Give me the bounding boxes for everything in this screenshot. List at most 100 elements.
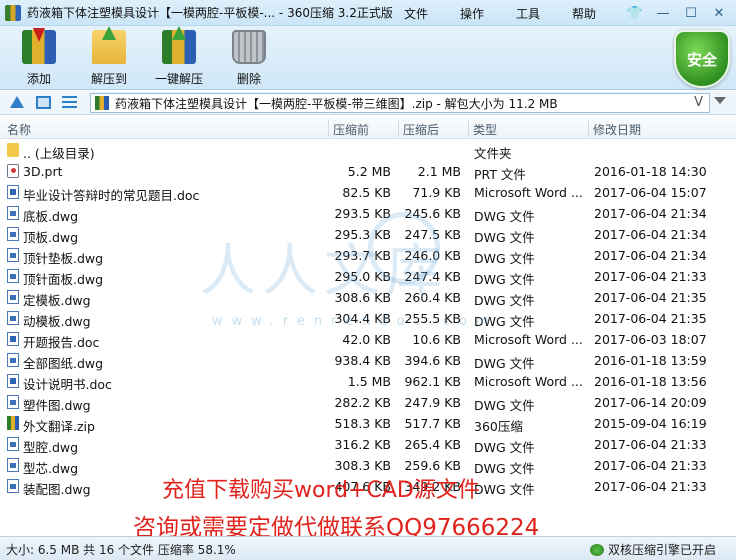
file-modified-date: 2017-06-04 21:33 — [594, 458, 707, 473]
file-type: Microsoft Word ... — [474, 374, 583, 389]
file-row[interactable]: 毕业设计答辩时的常见题目.doc 82.5 KB 71.9 KB Microsoft … — [0, 182, 736, 203]
file-row[interactable]: 动模板.dwg 304.4 KB 255.5 KB DWG 文件 2017-06-04 … — [0, 308, 736, 329]
file-name: 顶针垫板.dwg — [23, 251, 104, 266]
file-type: DWG 文件 — [474, 314, 535, 329]
file-modified-date: 2017-06-03 18:07 — [594, 332, 707, 347]
file-name: 底板.dwg — [23, 209, 79, 224]
file-modified-date: 2017-06-04 21:33 — [594, 269, 707, 284]
delete-button[interactable]: 删除 — [214, 30, 284, 87]
menu-help[interactable]: 帮助 — [572, 5, 596, 22]
file-size: 938.4 KB — [334, 353, 391, 368]
file-name: 塑件图.dwg — [23, 398, 91, 413]
file-name: 动模板.dwg — [23, 314, 91, 329]
file-row[interactable]: 顶针垫板.dwg 293.7 KB 246.0 KB DWG 文件 2017-06-04… — [0, 245, 736, 266]
add-button[interactable]: 添加 — [4, 28, 74, 87]
view-icons-icon[interactable] — [36, 96, 51, 109]
file-compressed-size: 265.4 KB — [404, 437, 461, 452]
extract-to-button[interactable]: 解压到 — [74, 26, 144, 87]
file-compressed-size: 247.5 KB — [404, 227, 461, 242]
status-summary: 大小: 6.5 MB 共 16 个文件 压缩率 58.1% — [6, 543, 236, 557]
close-icon[interactable]: ✕ — [708, 3, 730, 23]
file-type: DWG 文件 — [474, 272, 535, 287]
address-chevron-icon[interactable]: V — [694, 95, 703, 110]
file-size: 293.5 KB — [334, 206, 391, 221]
file-modified-date: 2017-06-04 15:07 — [594, 185, 707, 200]
file-modified-date: 2017-06-14 20:09 — [594, 395, 707, 410]
column-size[interactable]: 压缩前 — [333, 121, 369, 138]
one-click-extract-button[interactable]: 一键解压 — [144, 26, 214, 87]
file-size: 1.5 MB — [347, 374, 391, 389]
delete-label: 删除 — [236, 72, 261, 86]
file-type: DWG 文件 — [474, 209, 535, 224]
file-name: 型腔.dwg — [23, 440, 79, 455]
file-row[interactable]: 开题报告.doc 42.0 KB 10.6 KB Microsoft Word ...… — [0, 329, 736, 350]
dwg-file-icon — [7, 227, 19, 241]
one-click-extract-icon — [162, 26, 196, 64]
file-row[interactable]: 顶板.dwg 295.3 KB 247.5 KB DWG 文件 2017-06-04 2… — [0, 224, 736, 245]
file-size: 82.5 KB — [342, 185, 391, 200]
file-modified-date: 2017-06-04 21:34 — [594, 206, 707, 221]
file-modified-date: 2017-06-04 21:35 — [594, 290, 707, 305]
file-size: 308.6 KB — [334, 290, 391, 305]
security-shield-badge[interactable]: 安全 — [674, 30, 730, 88]
maximize-icon[interactable]: ☐ — [680, 3, 702, 23]
file-row[interactable]: 外文翻译.zip 518.3 KB 517.7 KB 360压缩 2015-09-04 … — [0, 413, 736, 434]
file-row[interactable]: 型腔.dwg 316.2 KB 265.4 KB DWG 文件 2017-06-04 2… — [0, 434, 736, 455]
file-modified-date: 2017-06-04 21:33 — [594, 479, 707, 494]
file-size: 5.2 MB — [347, 164, 391, 179]
file-row[interactable]: 底板.dwg 293.5 KB 245.6 KB DWG 文件 2017-06-04 2… — [0, 203, 736, 224]
engine-status-text: 双核压缩引擎已开启 — [607, 543, 716, 557]
column-divider[interactable] — [588, 119, 589, 137]
extract-label: 解压到 — [90, 72, 127, 86]
column-name[interactable]: 名称 — [7, 121, 31, 138]
dwg-file-icon — [7, 248, 19, 262]
safe-label: 安全 — [686, 50, 717, 69]
address-dropdown-icon[interactable] — [714, 97, 726, 104]
file-row[interactable]: 全部图纸.dwg 938.4 KB 394.6 KB DWG 文件 2016-01-18… — [0, 350, 736, 371]
extract-folder-icon — [92, 26, 126, 64]
skin-icon[interactable]: 👕 — [624, 3, 646, 23]
menu-tools[interactable]: 工具 — [516, 5, 540, 22]
column-divider[interactable] — [328, 119, 329, 137]
trash-icon — [232, 30, 266, 64]
file-size: 42.0 KB — [342, 332, 391, 347]
file-modified-date: 2017-06-04 21:34 — [594, 248, 707, 263]
promo-line-1: 充值下载购买word+CAD源文件 — [162, 478, 480, 503]
file-name: 3D.prt — [23, 164, 63, 179]
engine-icon — [589, 543, 604, 556]
file-compressed-size: 255.5 KB — [404, 311, 461, 326]
menu-file[interactable]: 文件 — [404, 5, 428, 22]
file-name: 定模板.dwg — [23, 293, 91, 308]
dwg-file-icon — [7, 353, 19, 367]
dwg-file-icon — [7, 479, 19, 493]
file-name: 型芯.dwg — [23, 461, 79, 476]
minimize-icon[interactable]: — — [652, 3, 674, 23]
column-divider[interactable] — [398, 119, 399, 137]
column-divider[interactable] — [468, 119, 469, 137]
file-row[interactable]: 定模板.dwg 308.6 KB 260.4 KB DWG 文件 2017-06-04 … — [0, 287, 736, 308]
file-size: 295.0 KB — [334, 269, 391, 284]
file-compressed-size: 962.1 KB — [404, 374, 461, 389]
file-row[interactable]: 3D.prt 5.2 MB 2.1 MB PRT 文件 2016-01-18 14:30 — [0, 161, 736, 182]
add-archive-icon — [22, 28, 56, 64]
title-bar: 药液箱下体注塑模具设计【一模两腔-平板模-... - 360压缩 3.2正式版 … — [0, 0, 736, 26]
list-header: 名称 压缩前 压缩后 类型 修改日期 — [0, 117, 736, 139]
column-date[interactable]: 修改日期 — [593, 121, 641, 138]
file-compressed-size: 247.4 KB — [404, 269, 461, 284]
archive-path-field[interactable]: 药液箱下体注塑模具设计【一模两腔-平板模-带三维图】.zip - 解包大小为 1… — [90, 93, 710, 113]
up-arrow-icon[interactable] — [10, 96, 24, 108]
menu-operation[interactable]: 操作 — [460, 5, 484, 22]
file-row[interactable]: 顶针面板.dwg 295.0 KB 247.4 KB DWG 文件 2017-06-04… — [0, 266, 736, 287]
dwg-file-icon — [7, 206, 19, 220]
engine-status: 双核压缩引擎已开启 — [589, 541, 716, 558]
add-label: 添加 — [26, 72, 51, 86]
file-row[interactable]: 设计说明书.doc 1.5 MB 962.1 KB Microsoft Word ..… — [0, 371, 736, 392]
column-compressed-size[interactable]: 压缩后 — [403, 121, 439, 138]
file-row[interactable]: 塑件图.dwg 282.2 KB 247.9 KB DWG 文件 2017-06-14 … — [0, 392, 736, 413]
archive-icon — [95, 96, 109, 110]
column-type[interactable]: 类型 — [473, 121, 497, 138]
view-list-icon[interactable] — [62, 96, 77, 109]
file-name: 设计说明书.doc — [23, 377, 112, 392]
file-row[interactable]: .. (上级目录) 文件夹 — [0, 140, 736, 161]
one-click-extract-label: 一键解压 — [154, 72, 203, 86]
